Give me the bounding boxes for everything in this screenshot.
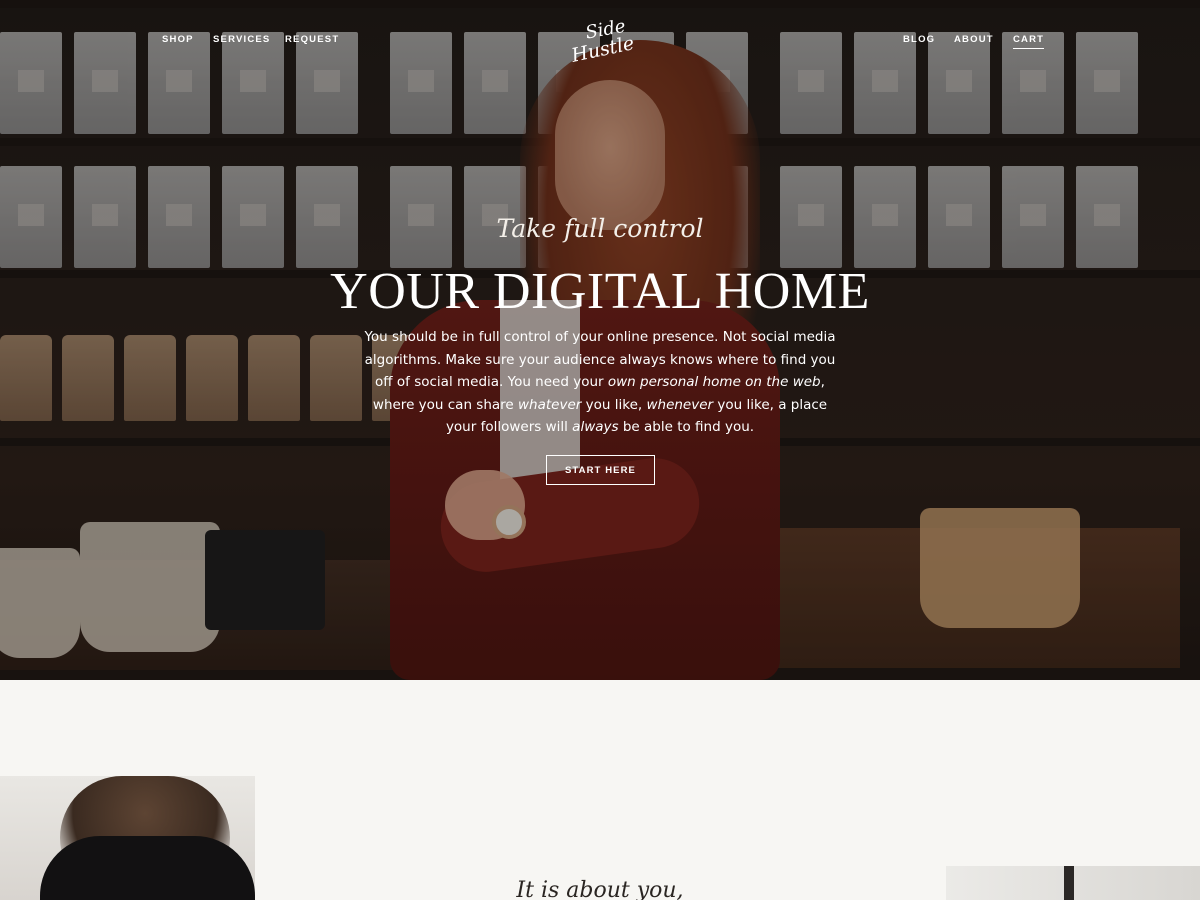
hero-tagline: Take full control [496,214,704,243]
hero-section: SHOP SERVICES REQUEST Side Hustle BLOG A… [0,0,1200,680]
nav-blog[interactable]: BLOG [903,34,935,45]
hero-body-text: You should be in full control of your on… [364,329,836,435]
nav-cart[interactable]: CART [1013,34,1045,49]
nav-request[interactable]: REQUEST [285,34,339,45]
logo[interactable]: Side Hustle [566,14,636,66]
about-photo-right [946,866,1200,900]
nav-shop[interactable]: SHOP [162,34,194,45]
start-here-button[interactable]: START HERE [546,455,655,485]
nav-about[interactable]: ABOUT [954,34,994,45]
about-script-heading: It is about you, [516,878,684,900]
about-photo-left [0,776,255,900]
hero-headline: YOUR DIGITAL HOME [330,263,870,320]
nav-services[interactable]: SERVICES [213,34,270,45]
